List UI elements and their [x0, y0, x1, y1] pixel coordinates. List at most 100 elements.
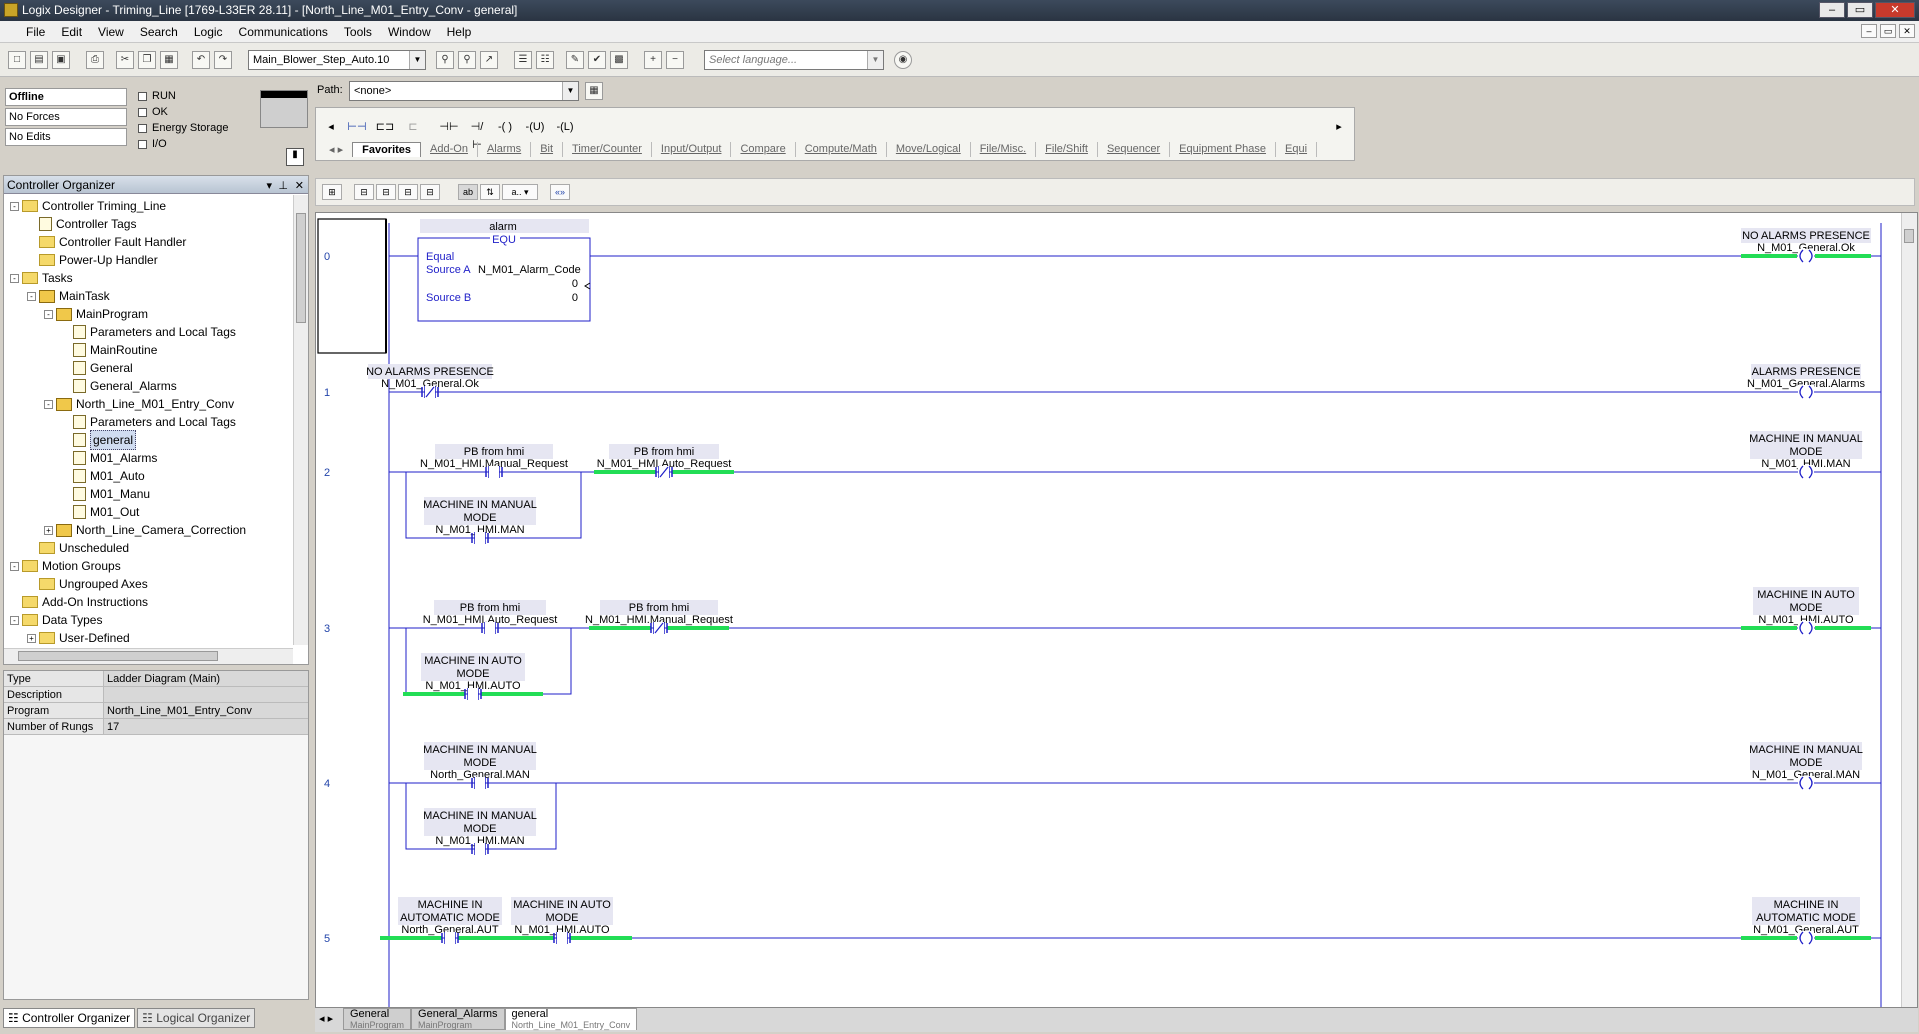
new-file-icon[interactable]: □	[8, 51, 26, 69]
ladder-canvas[interactable]: 0 alarmEQU EqualSource A N_M01_Alarm_Code 0 S…	[316, 213, 1903, 1008]
tab-timer-counter[interactable]: Timer/Counter	[563, 142, 652, 157]
tab-alarms[interactable]: Alarms	[478, 142, 532, 157]
tree-item[interactable]: M01_Out	[61, 503, 139, 521]
tab-scroll-icon[interactable]: ◂ ▸	[320, 142, 352, 157]
tab-compare[interactable]: Compare	[731, 142, 796, 157]
branch-level-icon[interactable]: ⊏	[402, 118, 424, 136]
tree-item[interactable]: Controller Tags	[27, 215, 136, 233]
tree-vertical-scrollbar[interactable]	[293, 195, 308, 645]
collapse-icon[interactable]: -	[44, 399, 53, 409]
edits-status[interactable]: No Edits	[5, 128, 127, 146]
tree-item[interactable]: M01_Auto	[61, 467, 145, 485]
tag-icon[interactable]: ⊟	[376, 184, 396, 200]
tab-bit[interactable]: Bit	[531, 142, 564, 157]
close-icon[interactable]: ✕	[295, 177, 304, 195]
routine-combo[interactable]: Main_Blower_Step_Auto.10 ▼	[248, 50, 426, 70]
pin-icon[interactable]: ⊥	[278, 177, 288, 195]
tree-item[interactable]: General	[61, 359, 133, 377]
zoom-out-icon[interactable]: −	[666, 51, 684, 69]
zoom-in-icon[interactable]: +	[644, 51, 662, 69]
tab-file-shift[interactable]: File/Shift	[1036, 142, 1098, 157]
tab-equi[interactable]: Equi	[1276, 142, 1318, 157]
lock-icon[interactable]: ▮	[286, 148, 304, 166]
collapse-icon[interactable]: -	[27, 291, 36, 301]
otl-icon[interactable]: -(L)	[554, 118, 576, 136]
tab-move-logical[interactable]: Move/Logical	[887, 142, 971, 157]
edit-icon[interactable]: ✎	[566, 51, 584, 69]
property-row[interactable]: Type Ladder Diagram (Main)	[4, 671, 308, 687]
tree-item[interactable]: General_Alarms	[61, 377, 177, 395]
collapse-icon[interactable]: -	[10, 615, 19, 625]
verify-routine-icon[interactable]: ☰	[514, 51, 532, 69]
xic-icon[interactable]: ⊣⊢	[438, 118, 460, 136]
cut-icon[interactable]: ✂	[116, 51, 134, 69]
property-row[interactable]: Program North_Line_M01_Entry_Conv	[4, 703, 308, 719]
collapse-icon[interactable]: -	[44, 309, 53, 319]
collapse-icon[interactable]: -	[10, 273, 19, 283]
paste-icon[interactable]: ▦	[160, 51, 178, 69]
tree-item[interactable]: Ungrouped Axes	[27, 575, 148, 593]
mdi-minimize-button[interactable]: –	[1861, 24, 1877, 38]
tree-item[interactable]: Parameters and Local Tags	[61, 323, 236, 341]
display-mode-icon[interactable]: ab	[458, 184, 478, 200]
property-row[interactable]: Number of Rungs 17	[4, 719, 308, 735]
offline-status[interactable]: Offline	[5, 88, 127, 106]
tree-item[interactable]: M01_Alarms	[61, 449, 157, 467]
globe-icon[interactable]: ◉	[894, 51, 912, 69]
dropdown-icon[interactable]: ▾	[266, 177, 272, 195]
tree-item[interactable]: general	[61, 430, 137, 450]
ote-icon[interactable]: -( )	[494, 118, 516, 136]
tab-add-on[interactable]: Add-On	[421, 142, 478, 157]
tree-item[interactable]: + User-Defined	[27, 629, 130, 646]
tree-item[interactable]: Power-Up Handler	[27, 251, 158, 269]
tab-file-misc[interactable]: File/Misc.	[971, 142, 1037, 157]
forces-status[interactable]: No Forces	[5, 108, 127, 126]
scroll-left-icon[interactable]: ◂	[320, 118, 342, 136]
path-combo[interactable]: <none> ▼	[349, 81, 579, 101]
accept-icon[interactable]: ✔	[588, 51, 606, 69]
menu-window[interactable]: Window	[380, 22, 439, 42]
tree-item[interactable]: M01_Manu	[61, 485, 150, 503]
close-button[interactable]: ✕	[1875, 2, 1915, 18]
tab-input-output[interactable]: Input/Output	[652, 142, 732, 157]
menu-logic[interactable]: Logic	[186, 22, 231, 42]
menu-communications[interactable]: Communications	[231, 22, 336, 42]
ladder-diagram[interactable]: 0 alarm EQU Equal Source A N_M01_Alarm_Code 0 S…	[315, 212, 1918, 1008]
restore-button[interactable]: ▭	[1847, 2, 1873, 18]
network-browse-icon[interactable]: ▦	[585, 82, 603, 100]
zoom-combo[interactable]: a.. ▾	[502, 184, 538, 200]
tab-sequencer[interactable]: Sequencer	[1098, 142, 1171, 157]
tab-equipment-phase[interactable]: Equipment Phase	[1170, 142, 1277, 157]
find-icon[interactable]: ⚲	[436, 51, 454, 69]
menu-tools[interactable]: Tools	[336, 22, 380, 42]
wire-icon[interactable]: ⇅	[480, 184, 500, 200]
collapse-icon[interactable]: -	[10, 561, 19, 571]
mdi-close-button[interactable]: ✕	[1899, 24, 1915, 38]
go-to-icon[interactable]: ↗	[480, 51, 498, 69]
tree-item[interactable]: - MainTask	[27, 287, 110, 305]
tree-horizontal-scrollbar[interactable]	[4, 648, 293, 664]
properties-icon[interactable]: ⊞	[322, 184, 342, 200]
tab-scroll-icon[interactable]: ◂ ▸	[315, 1008, 343, 1032]
tree-item[interactable]: MainRoutine	[61, 341, 157, 359]
print-icon[interactable]: ⎙	[86, 51, 104, 69]
routine-tab[interactable]: General MainProgram	[343, 1008, 412, 1030]
test-icon[interactable]: ▩	[610, 51, 628, 69]
menu-view[interactable]: View	[90, 22, 132, 42]
collapse-icon[interactable]: -	[10, 201, 19, 211]
mdi-restore-button[interactable]: ▭	[1880, 24, 1896, 38]
tree-item[interactable]: - Tasks	[10, 269, 73, 287]
tab-controller-organizer[interactable]: ☷ Controller Organizer	[3, 1008, 136, 1028]
otu-icon[interactable]: -(U)	[524, 118, 546, 136]
copy-icon[interactable]: ❐	[138, 51, 156, 69]
tab-logical-organizer[interactable]: ☷ Logical Organizer	[137, 1008, 256, 1028]
scroll-right-icon[interactable]: ▸	[1328, 118, 1350, 136]
routine-tab[interactable]: general North_Line_M01_Entry_Conv	[504, 1008, 638, 1030]
minimize-button[interactable]: –	[1819, 2, 1845, 18]
expand-icon[interactable]: +	[27, 633, 36, 643]
verify-controller-icon[interactable]: ☷	[536, 51, 554, 69]
link-icon[interactable]: «»	[550, 184, 570, 200]
language-select[interactable]: Select language... ▼	[704, 50, 884, 70]
menu-file[interactable]: File	[18, 22, 53, 42]
tree-item[interactable]: Add-On Instructions	[10, 593, 148, 611]
